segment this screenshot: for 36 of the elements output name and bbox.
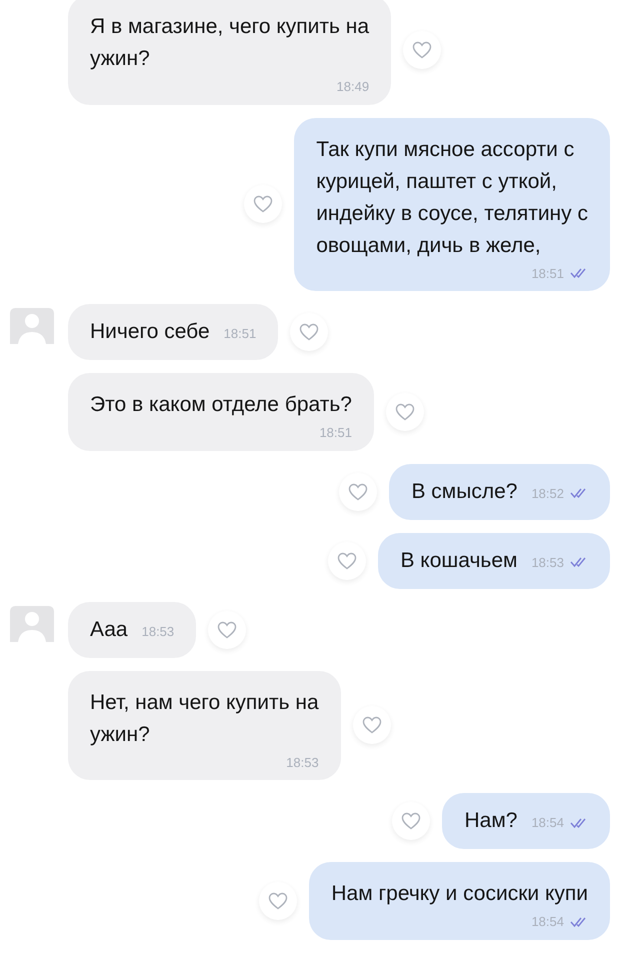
message-time: 18:51 bbox=[224, 325, 256, 343]
message-text: Нет, нам чего купить на ужин? bbox=[90, 690, 319, 748]
message-text: Нам гречку и сосиски купи bbox=[331, 881, 588, 907]
message-time: 18:49 bbox=[336, 78, 370, 96]
message-time: 18:52 bbox=[531, 484, 564, 502]
heart-icon bbox=[268, 892, 288, 910]
message-time: 18:53 bbox=[142, 622, 174, 640]
heart-icon bbox=[217, 620, 238, 638]
heart-icon bbox=[348, 482, 368, 500]
like-button[interactable] bbox=[208, 610, 246, 648]
like-button[interactable] bbox=[386, 392, 424, 431]
message-time: 18:54 bbox=[531, 814, 564, 832]
heart-icon bbox=[395, 402, 415, 421]
message-text: Нам? bbox=[464, 808, 518, 834]
heart-icon bbox=[299, 323, 320, 341]
message-time: 18:53 bbox=[286, 754, 319, 772]
message-text: В смысле? bbox=[411, 478, 518, 504]
message-time: 18:53 bbox=[531, 554, 564, 572]
like-button[interactable] bbox=[328, 542, 366, 580]
heart-icon bbox=[337, 552, 358, 570]
heart-icon bbox=[253, 195, 274, 214]
message-time: 18:51 bbox=[319, 424, 352, 442]
message-text: Это в каком отделе брать? bbox=[90, 392, 352, 418]
like-button[interactable] bbox=[290, 313, 328, 351]
heart-icon bbox=[412, 40, 432, 59]
message-text: Ааа bbox=[90, 616, 128, 642]
heart-icon bbox=[401, 812, 422, 830]
message-time: 18:51 bbox=[531, 264, 564, 282]
message-text: Я в магазине, чего купить на ужин? bbox=[90, 14, 370, 72]
message-text: Так купи мясное ассорти с курицей, паштет с уткой, индейку в соусе, телятину с овощами, дичь в желе, bbox=[316, 136, 588, 258]
like-button[interactable] bbox=[339, 472, 378, 510]
message-time: 18:54 bbox=[531, 913, 564, 931]
message-text: В кошачьем bbox=[400, 548, 518, 574]
like-button[interactable] bbox=[392, 802, 430, 840]
message-text: Ничего себе bbox=[90, 319, 210, 345]
heart-icon bbox=[362, 716, 382, 734]
